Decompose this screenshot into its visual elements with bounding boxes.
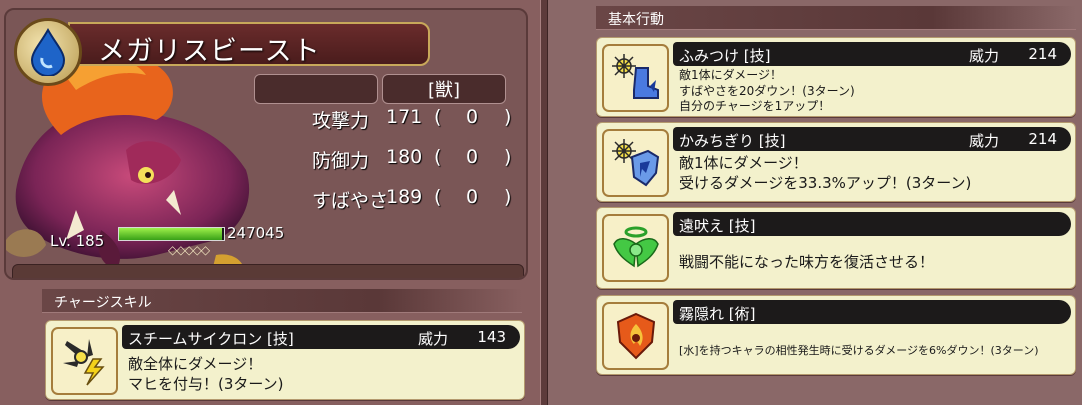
type-badge-empty bbox=[254, 74, 378, 104]
desc-line: マヒを付与！(3ターン) bbox=[128, 374, 284, 393]
monster-status-frame: メガリスビースト [獣] 攻撃力 171 ( 0 ) 防御力 180 ( 0 )… bbox=[4, 8, 528, 280]
stomp-boot-glyph bbox=[611, 54, 659, 99]
stat-row-speed: すばやさ 189 ( 0 ) bbox=[306, 186, 521, 216]
stat-value: 180 bbox=[386, 146, 423, 168]
skill-title-bar: スチームサイクロン [技] 威力 143 bbox=[122, 325, 520, 349]
desc-line: 戦闘不能になった味方を復活させる！ bbox=[679, 253, 935, 271]
skill-description: 敵1体にダメージ！ すばやさを20ダウン！(3ターン) 自分のチャージを1アップ… bbox=[679, 68, 1069, 115]
status-bottom-bar bbox=[12, 264, 524, 278]
skill-name: かみちぎり [技] bbox=[679, 132, 786, 150]
hp-bar-fill bbox=[119, 228, 222, 240]
basic-skill-card-2[interactable]: かみちぎり [技] 威力 214 敵1体にダメージ！ 受けるダメージを33.3%… bbox=[596, 122, 1076, 202]
stat-row-attack: 攻撃力 171 ( 0 ) bbox=[306, 106, 521, 136]
awakening-diamonds: ◇◇◇◇◇ bbox=[168, 243, 210, 257]
flame-shield-glyph bbox=[616, 312, 655, 360]
power-value: 143 bbox=[477, 328, 506, 346]
stat-paren-close: ) bbox=[504, 146, 512, 168]
basic-skill-card-3[interactable]: 遠吠え [技] 戦闘不能になった味方を復活させる！ bbox=[596, 207, 1076, 289]
charge-skill-card[interactable]: スチームサイクロン [技] 威力 143 敵全体にダメージ！ マヒを付与！(3タ… bbox=[45, 320, 525, 400]
skill-description: 敵1体にダメージ！ 受けるダメージを33.3%アップ！(3ターン) bbox=[679, 154, 1069, 193]
angel-wings-icon bbox=[602, 214, 669, 282]
stat-paren-open: ( bbox=[434, 186, 442, 208]
skill-title-bar: 遠吠え [技] bbox=[673, 212, 1071, 236]
flame-shield-icon bbox=[602, 302, 669, 370]
skill-name: ふみつけ [技] bbox=[679, 47, 771, 65]
skill-title-bar: ふみつけ [技] 威力 214 bbox=[673, 42, 1071, 66]
monster-name-plate: メガリスビースト bbox=[68, 22, 430, 67]
left-panel: メガリスビースト [獣] 攻撃力 171 ( 0 ) 防御力 180 ( 0 )… bbox=[0, 0, 540, 405]
desc-line: [水]を持つキャラの相性発生時に受けるダメージを6%ダウン！(3ターン) bbox=[679, 344, 1039, 357]
desc-line: 敵1体にダメージ！ bbox=[679, 154, 808, 172]
hp-bar bbox=[118, 227, 225, 241]
stat-paren-close: ) bbox=[504, 106, 512, 128]
angel-wings-glyph bbox=[612, 226, 659, 268]
shuriken-lightning-icon bbox=[51, 327, 118, 395]
stat-row-defense: 防御力 180 ( 0 ) bbox=[306, 146, 521, 176]
skill-title-bar: 霧隠れ [術] bbox=[673, 300, 1071, 324]
stat-label: 防御力 bbox=[312, 150, 370, 172]
power-label: 威力 bbox=[969, 47, 1000, 65]
desc-line: すばやさを20ダウン！(3ターン) bbox=[679, 83, 855, 98]
shield-break-glyph bbox=[611, 139, 659, 187]
charge-skill-header: チャージスキル bbox=[42, 289, 522, 313]
desc-line: 敵1体にダメージ！ bbox=[679, 68, 783, 82]
water-drop-icon bbox=[14, 18, 82, 86]
stat-value: 189 bbox=[386, 186, 423, 208]
skill-name: 遠吠え [技] bbox=[679, 217, 756, 235]
water-drop-glyph bbox=[30, 28, 66, 76]
skill-name: 霧隠れ [術] bbox=[679, 305, 756, 323]
basic-skill-card-1[interactable]: ふみつけ [技] 威力 214 敵1体にダメージ！ すばやさを20ダウン！(3タ… bbox=[596, 37, 1076, 117]
stat-modifier: 0 bbox=[465, 106, 479, 128]
shield-break-icon bbox=[602, 129, 669, 197]
stat-label: すばやさ bbox=[312, 190, 389, 212]
skill-description: 戦闘不能になった味方を復活させる！ bbox=[679, 253, 1069, 273]
basic-action-header: 基本行動 bbox=[596, 6, 1076, 30]
basic-skill-card-4[interactable]: 霧隠れ [術] [水]を持つキャラの相性発生時に受けるダメージを6%ダウン！(3… bbox=[596, 295, 1076, 375]
power-value: 214 bbox=[1028, 45, 1057, 63]
stat-paren-open: ( bbox=[434, 106, 442, 128]
skill-name: スチームサイクロン [技] bbox=[128, 330, 294, 348]
power-label: 威力 bbox=[418, 330, 449, 348]
shuriken-lightning-glyph bbox=[62, 339, 105, 386]
stat-paren-open: ( bbox=[434, 146, 442, 168]
panel-divider bbox=[540, 0, 548, 405]
monster-level: Lv. 185 bbox=[50, 232, 105, 250]
stat-value: 171 bbox=[386, 106, 423, 128]
desc-line: 敵全体にダメージ！ bbox=[128, 355, 263, 373]
monster-name: メガリスビースト bbox=[98, 36, 321, 67]
skill-description: [水]を持つキャラの相性発生時に受けるダメージを6%ダウン！(3ターン) bbox=[679, 344, 1069, 358]
hp-value: 247045 bbox=[227, 224, 285, 242]
stat-label: 攻撃力 bbox=[312, 110, 370, 132]
stat-paren-close: ) bbox=[504, 186, 512, 208]
stomp-boot-icon bbox=[602, 44, 669, 112]
desc-line: 自分のチャージを1アップ！ bbox=[679, 99, 831, 114]
power-label: 威力 bbox=[969, 132, 1000, 150]
desc-line: 受けるダメージを33.3%アップ！(3ターン) bbox=[679, 173, 972, 192]
family-badge: [獣] bbox=[382, 74, 506, 104]
stat-modifier: 0 bbox=[465, 146, 479, 168]
stat-modifier: 0 bbox=[465, 186, 479, 208]
skill-title-bar: かみちぎり [技] 威力 214 bbox=[673, 127, 1071, 151]
power-value: 214 bbox=[1028, 130, 1057, 148]
skill-description: 敵全体にダメージ！ マヒを付与！(3ターン) bbox=[128, 355, 518, 394]
